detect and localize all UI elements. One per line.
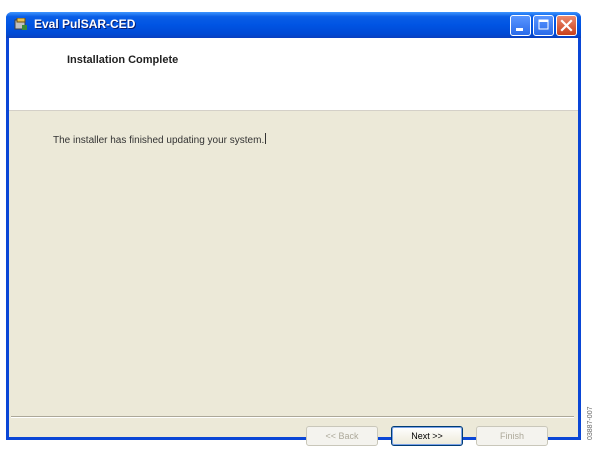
installer-app-icon [14,17,28,31]
button-separator [11,416,574,418]
minimize-button[interactable] [510,15,531,36]
next-button[interactable]: Next >> [391,426,463,446]
close-icon [560,19,573,32]
minimize-icon [516,28,523,31]
maximize-icon [538,19,549,30]
status-message: The installer has finished updating your… [53,133,267,146]
close-button[interactable] [556,15,577,36]
back-button[interactable]: << Back [306,426,378,446]
title-bar[interactable]: Eval PulSAR-CED [6,12,581,38]
finish-button[interactable]: Finish [476,426,548,446]
page-title: Installation Complete [67,54,179,66]
maximize-button[interactable] [533,15,554,36]
header-panel: Installation Complete [9,38,578,111]
installer-window: Eval PulSAR-CED Installation Complete Th… [6,12,581,446]
text-caret [265,133,267,144]
status-message-text: The installer has finished updating your… [53,135,265,146]
window-title: Eval PulSAR-CED [34,17,136,31]
figure-code: 03887-007 [587,406,594,440]
